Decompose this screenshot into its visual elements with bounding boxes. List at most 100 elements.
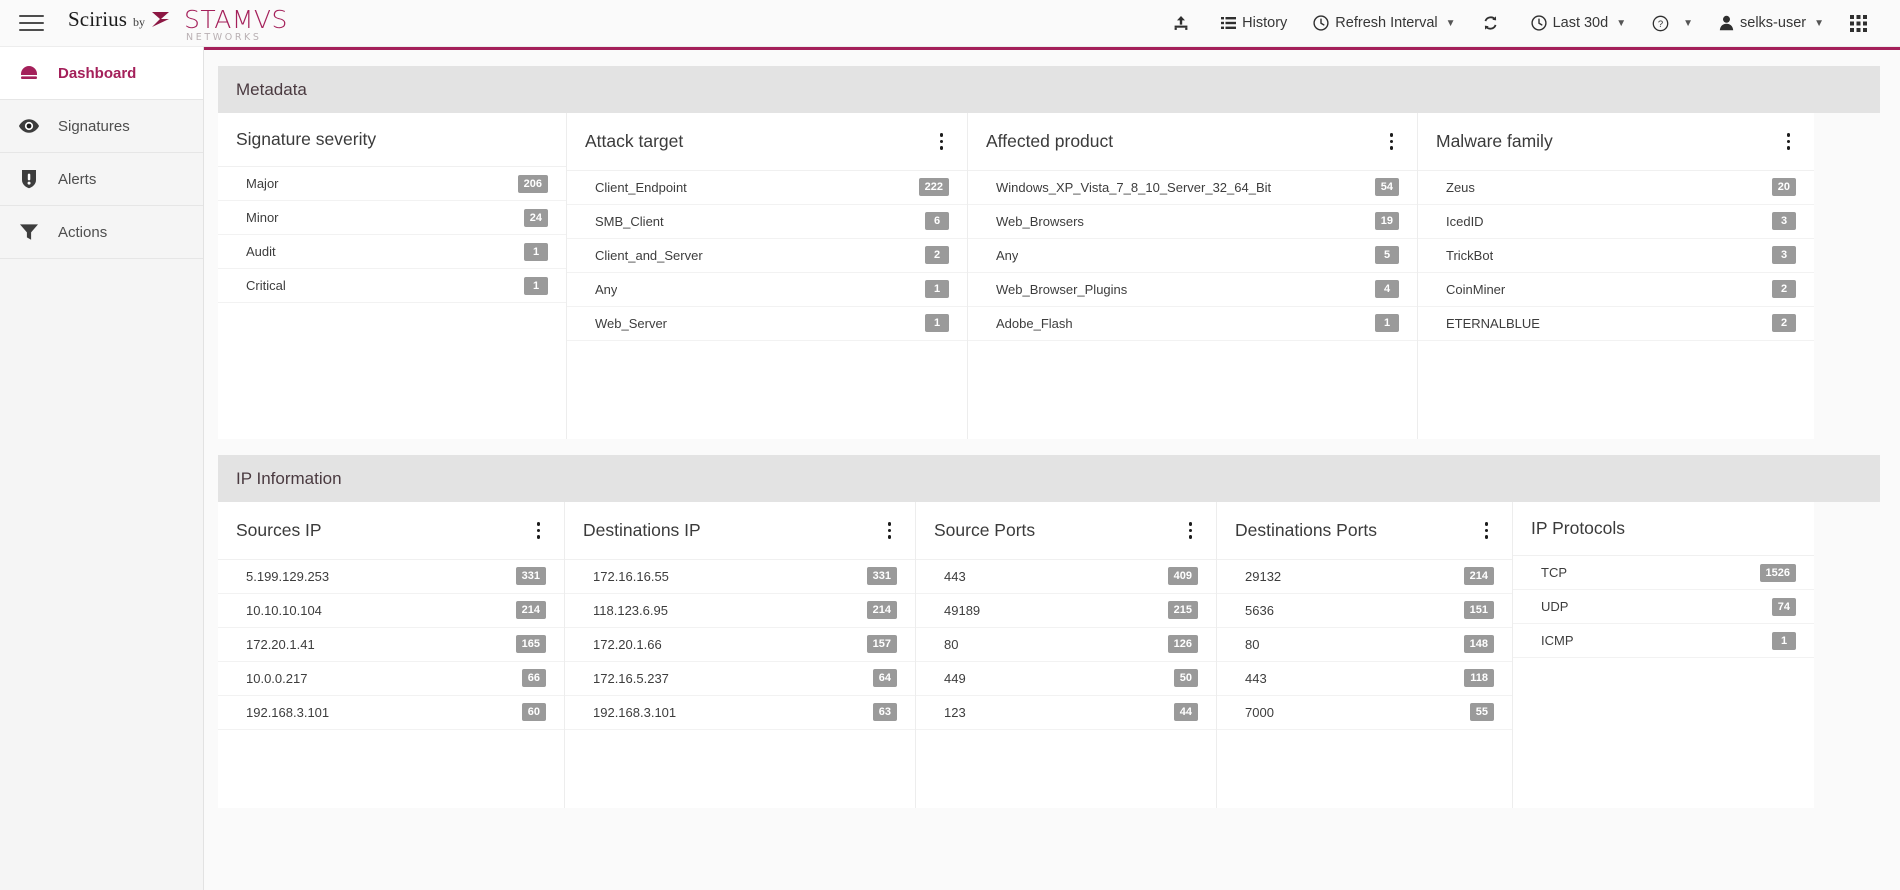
list-item[interactable]: 443 409 xyxy=(916,560,1216,594)
row-count-badge: 1 xyxy=(524,276,548,295)
metadata-card-row: Signature severity Major 206 Minor 24 Au… xyxy=(218,113,1880,439)
card-header: Destinations IP xyxy=(565,502,915,560)
list-item[interactable]: Windows_XP_Vista_7_8_10_Server_32_64_Bit… xyxy=(968,171,1417,205)
list-item[interactable]: SMB_Client 6 xyxy=(567,205,967,239)
card-menu-kebab-icon[interactable] xyxy=(1479,518,1495,543)
row-label: TCP xyxy=(1541,565,1567,580)
list-item[interactable]: Any 5 xyxy=(968,239,1417,273)
card-header: Sources IP xyxy=(218,502,564,560)
sidebar-item-label: Actions xyxy=(58,223,108,241)
list-item[interactable]: Adobe_Flash 1 xyxy=(968,307,1417,341)
user-menu[interactable]: selks-user ▼ xyxy=(1706,0,1837,46)
list-item[interactable]: 5.199.129.253 331 xyxy=(218,560,564,594)
card-menu-kebab-icon[interactable] xyxy=(1183,518,1199,543)
row-count-badge: 165 xyxy=(515,635,546,653)
card-menu-kebab-icon[interactable] xyxy=(882,518,898,543)
sidebar-item-actions[interactable]: Actions xyxy=(0,206,203,259)
row-label: ETERNALBLUE xyxy=(1446,315,1540,331)
card-rows: Major 206 Minor 24 Audit 1 Critical 1 xyxy=(218,167,566,439)
list-item[interactable]: 10.0.0.217 66 xyxy=(218,662,564,696)
row-label: Web_Server xyxy=(595,315,668,331)
card-sources-ip: Sources IP 5.199.129.253 331 10.10.10.10… xyxy=(218,502,565,808)
sidebar-item-signatures[interactable]: Signatures xyxy=(0,100,203,153)
list-item[interactable]: 172.16.16.55 331 xyxy=(565,560,915,594)
sidebar-item-alerts[interactable]: Alerts xyxy=(0,153,203,206)
list-item[interactable]: 172.20.1.41 165 xyxy=(218,628,564,662)
list-item[interactable]: 192.168.3.101 60 xyxy=(218,696,564,730)
sidebar-item-dashboard[interactable]: Dashboard xyxy=(0,47,203,100)
sidebar-item-label: Dashboard xyxy=(58,64,137,82)
list-item[interactable]: Zeus 20 xyxy=(1418,171,1814,205)
list-item[interactable]: UDP 74 xyxy=(1513,590,1814,624)
list-item[interactable]: Major 206 xyxy=(218,167,566,201)
list-item[interactable]: 10.10.10.104 214 xyxy=(218,594,564,628)
row-label: 192.168.3.101 xyxy=(593,704,677,720)
list-item[interactable]: 80 148 xyxy=(1217,628,1512,662)
list-item[interactable]: CoinMiner 2 xyxy=(1418,273,1814,307)
list-item[interactable]: 123 44 xyxy=(916,696,1216,730)
list-item[interactable]: Web_Server 1 xyxy=(567,307,967,341)
card-menu-kebab-icon[interactable] xyxy=(934,129,950,154)
row-count-badge: 3 xyxy=(1772,246,1796,264)
list-item[interactable]: TrickBot 3 xyxy=(1418,239,1814,273)
upload-button[interactable] xyxy=(1160,0,1208,46)
list-item[interactable]: Web_Browser_Plugins 4 xyxy=(968,273,1417,307)
list-item[interactable]: 118.123.6.95 214 xyxy=(565,594,915,628)
list-item[interactable]: 172.16.5.237 64 xyxy=(565,662,915,696)
row-label: Minor xyxy=(246,210,279,225)
row-label: Client_and_Server xyxy=(595,247,703,263)
time-range-dropdown[interactable]: Last 30d ▼ xyxy=(1518,0,1640,46)
card-rows: Client_Endpoint 222 SMB_Client 6 Client_… xyxy=(567,171,967,440)
list-item[interactable]: 449 50 xyxy=(916,662,1216,696)
time-range-label: Last 30d xyxy=(1552,15,1609,31)
list-item[interactable]: 192.168.3.101 63 xyxy=(565,696,915,730)
clock-icon xyxy=(1313,15,1329,31)
eye-icon xyxy=(18,118,40,134)
list-item[interactable]: Critical 1 xyxy=(218,269,566,303)
list-item[interactable]: 443 118 xyxy=(1217,662,1512,696)
list-item[interactable]: Client_and_Server 2 xyxy=(567,239,967,273)
list-item[interactable]: 7000 55 xyxy=(1217,696,1512,730)
row-count-badge: 4 xyxy=(1375,280,1399,298)
card-menu-kebab-icon[interactable] xyxy=(1781,129,1797,154)
list-item[interactable]: Minor 24 xyxy=(218,201,566,235)
list-item[interactable]: 49189 215 xyxy=(916,594,1216,628)
row-label: 443 xyxy=(1245,670,1267,686)
list-item[interactable]: 5636 151 xyxy=(1217,594,1512,628)
row-label: 5636 xyxy=(1245,602,1274,618)
card-menu-kebab-icon[interactable] xyxy=(1384,129,1400,154)
row-count-badge: 24 xyxy=(523,208,548,227)
row-label: Any xyxy=(996,247,1019,263)
list-item[interactable]: Web_Browsers 19 xyxy=(968,205,1417,239)
card-title: IP Protocols xyxy=(1531,518,1626,538)
list-item[interactable]: 172.20.1.66 157 xyxy=(565,628,915,662)
list-item[interactable]: Any 1 xyxy=(567,273,967,307)
refresh-button[interactable] xyxy=(1469,0,1518,46)
chevron-down-icon: ▼ xyxy=(1683,17,1694,29)
app-switcher-button[interactable] xyxy=(1837,0,1886,46)
row-label: Client_Endpoint xyxy=(595,179,687,195)
list-item[interactable]: Audit 1 xyxy=(218,235,566,269)
history-button[interactable]: History xyxy=(1208,0,1300,46)
list-item[interactable]: ETERNALBLUE 2 xyxy=(1418,307,1814,341)
row-label: 10.0.0.217 xyxy=(246,670,308,686)
row-label: CoinMiner xyxy=(1446,281,1506,297)
list-item[interactable]: Client_Endpoint 222 xyxy=(567,171,967,205)
list-item[interactable]: ICMP 1 xyxy=(1513,624,1814,658)
list-item[interactable]: IcedID 3 xyxy=(1418,205,1814,239)
hamburger-icon[interactable] xyxy=(0,0,62,46)
chevron-down-icon: ▼ xyxy=(1445,17,1456,29)
card-menu-kebab-icon[interactable] xyxy=(531,518,547,543)
history-label: History xyxy=(1242,15,1288,31)
refresh-interval-dropdown[interactable]: Refresh Interval ▼ xyxy=(1300,0,1468,46)
list-item[interactable]: 80 126 xyxy=(916,628,1216,662)
list-item[interactable]: 29132 214 xyxy=(1217,560,1512,594)
user-icon xyxy=(1719,15,1734,31)
card-header: Malware family xyxy=(1418,113,1814,171)
help-dropdown[interactable]: ? ▼ xyxy=(1639,0,1706,46)
row-count-badge: 215 xyxy=(1167,601,1198,619)
list-item[interactable]: TCP 1526 xyxy=(1513,556,1814,590)
sidebar: Dashboard Signatures Alerts Actions xyxy=(0,47,204,890)
clock-icon xyxy=(1530,15,1547,31)
card-header: IP Protocols xyxy=(1513,502,1814,556)
